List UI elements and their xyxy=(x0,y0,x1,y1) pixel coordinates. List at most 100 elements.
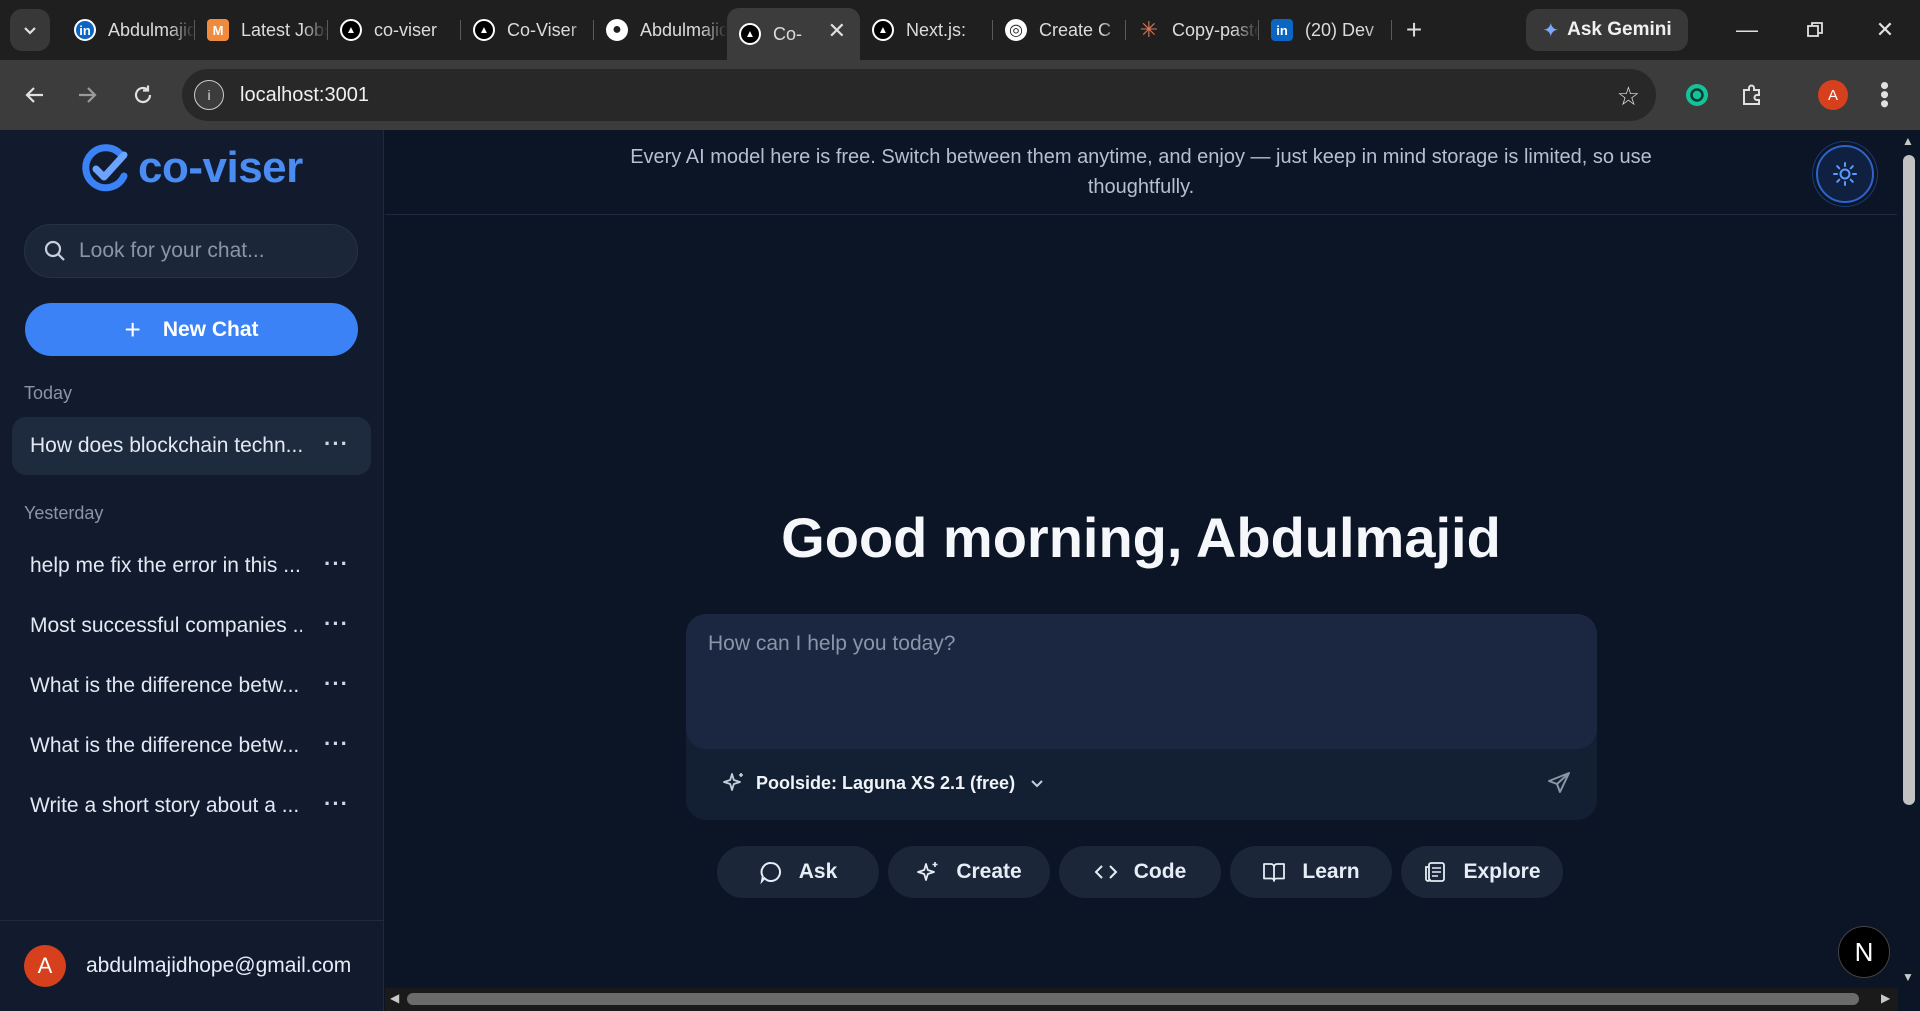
close-tab-icon[interactable]: ✕ xyxy=(828,18,846,44)
browser-tab[interactable]: M Latest Jobs xyxy=(195,8,328,52)
chevron-down-icon xyxy=(24,27,36,35)
ask-action-button[interactable]: Ask xyxy=(717,846,879,898)
browser-tab[interactable]: ▲ Next.js: xyxy=(860,8,993,52)
chat-history-item[interactable]: How does blockchain techn... ··· xyxy=(12,417,371,475)
site-info-icon[interactable]: i xyxy=(194,80,224,110)
browser-tab[interactable]: in (20) Dev xyxy=(1259,8,1392,52)
browser-tab[interactable]: ▲ Co-Viser xyxy=(461,8,594,52)
new-chat-button[interactable]: + New Chat xyxy=(25,303,358,356)
chat-title: How does blockchain techn... xyxy=(30,434,302,457)
browser-tab[interactable]: ✳ Copy-paste xyxy=(1126,8,1259,52)
restore-button[interactable] xyxy=(1790,10,1840,50)
browser-tab-bar: in Abdulmajid M Latest Jobs ▲ co-viser ▲ Co-… xyxy=(0,0,1920,60)
restore-icon xyxy=(1807,22,1823,37)
tab-search-button[interactable] xyxy=(10,9,50,51)
chevron-down-icon xyxy=(1031,780,1043,788)
vertical-scrollbar[interactable]: ▲ ▼ xyxy=(1898,130,1920,988)
more-options-icon[interactable]: ··· xyxy=(324,671,349,697)
close-window-button[interactable]: ✕ xyxy=(1860,10,1910,50)
tab-label: Next.js: xyxy=(906,19,967,40)
vercel-icon: ▲ xyxy=(739,23,761,45)
new-chat-label: New Chat xyxy=(162,317,259,341)
more-options-icon[interactable]: ··· xyxy=(324,551,349,577)
scroll-down-icon[interactable]: ▼ xyxy=(1902,970,1914,984)
scrollbar-thumb[interactable] xyxy=(407,993,1859,1005)
more-options-icon[interactable]: ··· xyxy=(324,431,349,457)
chat-history-item[interactable]: Write a short story about a ... ··· xyxy=(12,777,371,835)
explore-action-button[interactable]: Explore xyxy=(1401,846,1563,898)
vercel-icon: ▲ xyxy=(340,19,362,41)
tab-label: co-viser xyxy=(374,19,438,40)
tab-label: Abdulmajid xyxy=(640,19,727,40)
medium-icon: M xyxy=(207,19,229,41)
plus-icon: + xyxy=(124,313,141,345)
chat-search-input[interactable] xyxy=(79,239,339,263)
prompt-input[interactable] xyxy=(708,632,1568,732)
minimize-icon: — xyxy=(1736,17,1758,42)
create-action-button[interactable]: Create xyxy=(888,846,1050,898)
forward-button[interactable] xyxy=(68,76,106,114)
bookmark-star-icon[interactable]: ☆ xyxy=(1617,81,1640,112)
scroll-right-icon[interactable]: ▶ xyxy=(1881,991,1890,1005)
nextjs-dev-badge[interactable]: N xyxy=(1838,926,1890,978)
sidebar: co-viser + New Chat Today How does block… xyxy=(0,130,384,1011)
extension-grammarly-icon[interactable] xyxy=(1680,78,1714,112)
browser-tab[interactable]: ▲ co-viser xyxy=(328,8,461,52)
brand-logo[interactable]: co-viser xyxy=(80,142,303,194)
more-options-icon[interactable]: ··· xyxy=(324,791,349,817)
scroll-left-icon[interactable]: ◀ xyxy=(390,991,399,1005)
tab-strip: in Abdulmajid M Latest Jobs ▲ co-viser ▲ Co-… xyxy=(62,8,1436,60)
tab-label: Abdulmajid xyxy=(108,19,195,40)
user-avatar: A xyxy=(24,945,66,987)
tab-label: Copy-paste xyxy=(1172,19,1259,40)
chat-history-item[interactable]: Most successful companies ... ··· xyxy=(12,597,371,655)
model-selector[interactable]: Poolside: Laguna XS 2.1 (free) xyxy=(722,771,1055,795)
chat-composer: Poolside: Laguna XS 2.1 (free) xyxy=(686,614,1597,820)
quick-actions: Ask Create Code Learn Explore xyxy=(717,846,1572,898)
more-options-icon[interactable]: ··· xyxy=(324,731,349,757)
sparkles-icon xyxy=(917,862,938,881)
ask-gemini-button[interactable]: ✦ Ask Gemini xyxy=(1526,9,1688,51)
code-action-button[interactable]: Code xyxy=(1059,846,1221,898)
back-button[interactable] xyxy=(16,76,54,114)
browser-tab-active[interactable]: ▲ Co- ✕ xyxy=(727,8,860,60)
chat-history-item[interactable]: What is the difference betw... ··· xyxy=(12,657,371,715)
chat-search[interactable] xyxy=(24,224,358,278)
tab-label: Co-Viser xyxy=(507,19,577,40)
new-tab-button[interactable]: + xyxy=(1392,8,1436,52)
theme-toggle-button[interactable] xyxy=(1816,145,1874,203)
minimize-button[interactable]: — xyxy=(1722,10,1772,50)
browser-tab[interactable]: in Abdulmajid xyxy=(62,8,195,52)
send-button[interactable] xyxy=(1542,766,1576,800)
close-icon: ✕ xyxy=(1875,17,1895,42)
app-page: co-viser + New Chat Today How does block… xyxy=(0,130,1920,1011)
tab-label: Create C xyxy=(1039,19,1112,40)
puzzle-icon xyxy=(1743,84,1760,105)
chat-history-item[interactable]: What is the difference betw... ··· xyxy=(12,717,371,775)
chat-title: What is the difference betw... xyxy=(30,734,300,757)
browser-tab[interactable]: ◎ Create C xyxy=(993,8,1126,52)
chat-history-item[interactable]: help me fix the error in this ... ··· xyxy=(12,537,371,595)
user-account[interactable]: A abdulmajidhope@gmail.com xyxy=(0,920,384,1011)
sun-icon xyxy=(1833,162,1857,186)
learn-action-button[interactable]: Learn xyxy=(1230,846,1392,898)
scroll-up-icon[interactable]: ▲ xyxy=(1902,134,1914,148)
browser-tab[interactable]: ● Abdulmajid xyxy=(594,8,727,52)
github-icon: ● xyxy=(606,19,628,41)
browser-menu-button[interactable]: ••• xyxy=(1868,78,1902,112)
address-bar[interactable]: i localhost:3001 ☆ xyxy=(182,69,1656,121)
tab-label: Co- xyxy=(773,23,803,44)
profile-avatar[interactable]: A xyxy=(1818,80,1848,110)
banner-text: Every AI model here is free. Switch betw… xyxy=(630,146,1652,198)
create-label: Create xyxy=(956,860,1022,883)
more-options-icon[interactable]: ··· xyxy=(324,611,349,637)
ask-gemini-label: Ask Gemini xyxy=(1567,19,1672,40)
book-open-icon xyxy=(1263,863,1286,882)
horizontal-scrollbar[interactable]: ◀ ▶ xyxy=(385,988,1898,1011)
chat-bubble-icon xyxy=(760,861,781,884)
extensions-button[interactable] xyxy=(1735,78,1769,112)
chat-title: help me fix the error in this ... xyxy=(30,554,301,577)
grammarly-icon xyxy=(1686,84,1708,106)
scrollbar-thumb[interactable] xyxy=(1903,155,1915,805)
reload-button[interactable] xyxy=(124,76,162,114)
